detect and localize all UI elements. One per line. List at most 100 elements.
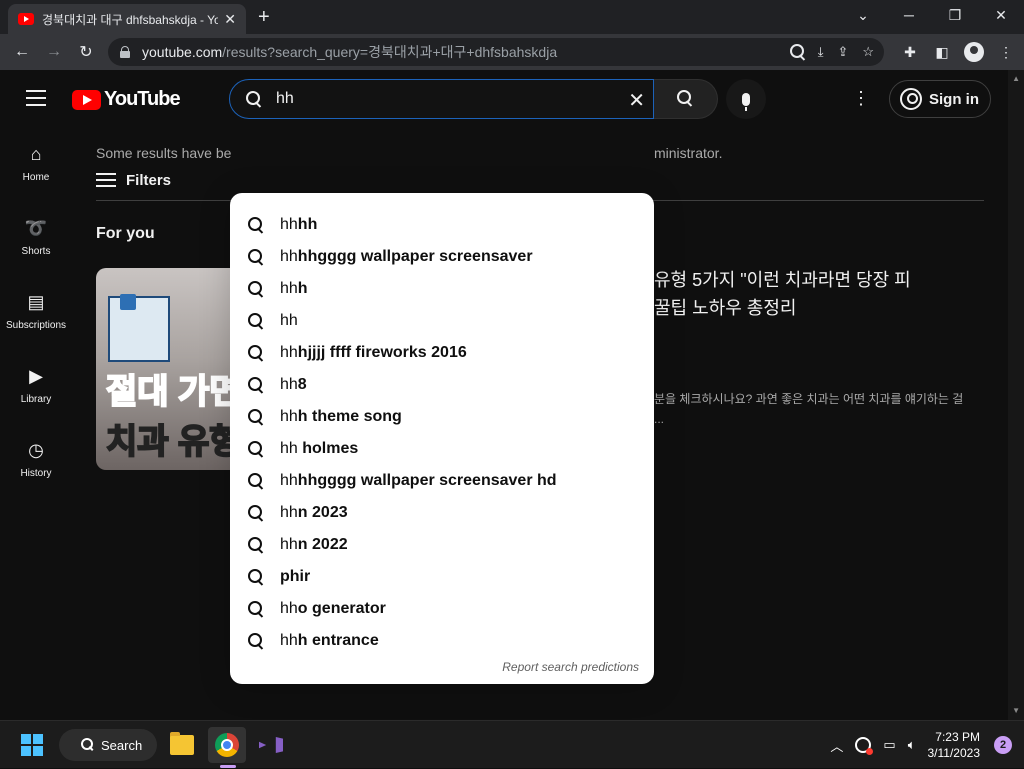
display-icon[interactable]: ▭ (883, 737, 895, 753)
suggestion-item[interactable]: hh holmes (230, 433, 654, 465)
settings-more-icon[interactable]: ⋮ (852, 88, 870, 109)
extension-area: ✚ ◧ ⋮ (900, 38, 1016, 66)
taskbar-search-button[interactable]: Search (59, 729, 157, 761)
close-window-icon[interactable]: ✕ (978, 0, 1024, 30)
visual-studio-icon[interactable] (252, 727, 290, 763)
report-search-predictions-link[interactable]: Report search predictions (502, 660, 639, 674)
address-bar[interactable]: youtube.com/results?search_query=경북대치과+대… (108, 38, 884, 66)
install-icon[interactable]: ⤓ (818, 44, 824, 60)
video-description-line-1: 분을 체크하시나요? 과연 좋은 치과는 어떤 치과를 얘기하는 걸 (654, 392, 964, 406)
voice-search-button[interactable] (726, 79, 766, 119)
suggestion-search-icon (248, 537, 264, 553)
forward-arrow-icon[interactable]: → (38, 36, 70, 68)
suggestion-item[interactable]: hhhjjjj ffff fireworks 2016 (230, 337, 654, 369)
volume-icon[interactable]: 🔈︎ (908, 737, 916, 753)
tab-close-icon[interactable]: ✕ (224, 11, 236, 28)
scroll-up-arrow-icon[interactable]: ▲ (1012, 74, 1020, 83)
clear-search-icon[interactable]: ✕ (628, 88, 645, 113)
guide-item-shorts[interactable]: ➰ Shorts (0, 200, 72, 274)
youtube-logo[interactable]: YouTube (72, 88, 181, 111)
guide-item-subscriptions[interactable]: ▤ Subscriptions (0, 274, 72, 348)
suggestion-item[interactable]: hhn 2023 (230, 497, 654, 529)
lock-icon[interactable] (120, 46, 130, 58)
suggestion-item[interactable]: hhhhgggg wallpaper screensaver hd (230, 465, 654, 497)
account-circle-icon (900, 88, 922, 110)
browser-tab[interactable]: 경북대치과 대구 dhfsbahskdja - YouTube ✕ (8, 4, 246, 34)
suggestion-text: hho generator (280, 600, 386, 618)
profile-avatar-icon[interactable] (964, 42, 984, 62)
guide-sidebar: ⌂ Home ➰ Shorts ▤ Subscriptions ▶ Librar… (0, 126, 72, 496)
suggestion-search-icon (248, 633, 264, 649)
page-scrollbar[interactable] (1008, 70, 1024, 720)
suggestion-search-icon (248, 569, 264, 585)
suggestion-text: hhh (280, 280, 308, 298)
video-title[interactable]: 유형 5가지 "이런 치과라면 당장 피 꿀팁 노하우 총정리 (654, 266, 911, 322)
suggestion-typed-prefix: hh (280, 280, 298, 297)
filters-label: Filters (126, 171, 172, 189)
search-input[interactable] (276, 90, 576, 108)
video-description: 분을 체크하시나요? 과연 좋은 치과는 어떤 치과를 얘기하는 걸 ... (654, 389, 963, 429)
taskbar-clock[interactable]: 7:23 PM 3/11/2023 (928, 729, 981, 761)
suggestion-search-icon (248, 505, 264, 521)
guide-item-history[interactable]: ◷ History (0, 422, 72, 496)
search-box[interactable]: ✕ (229, 79, 654, 119)
windows-start-icon[interactable] (21, 734, 43, 756)
notification-badge[interactable]: 2 (994, 736, 1012, 754)
bookmark-star-icon[interactable]: ☆ (862, 44, 874, 60)
suggestion-typed-prefix: hh (280, 408, 298, 425)
suggestion-item[interactable]: hh8 (230, 369, 654, 401)
guide-item-home[interactable]: ⌂ Home (0, 126, 72, 200)
suggestion-item[interactable]: phir (230, 561, 654, 593)
suggestion-text: hh8 (280, 376, 307, 394)
sign-in-button[interactable]: Sign in (889, 80, 991, 118)
youtube-page: YouTube ✕ ⋮ Sign in ⌂ Home ➰ Shorts ▤ (0, 70, 1008, 720)
chrome-taskbar-icon[interactable] (208, 727, 246, 763)
suggestion-text: hhh theme song (280, 408, 402, 426)
subscriptions-icon: ▤ (27, 292, 45, 312)
scroll-down-arrow-icon[interactable]: ▼ (1012, 706, 1020, 715)
recording-status-icon[interactable] (855, 737, 874, 755)
guide-item-library[interactable]: ▶ Library (0, 348, 72, 422)
taskbar-search-icon (81, 738, 95, 752)
filters-button[interactable]: Filters (96, 171, 171, 189)
youtube-wordmark: YouTube (104, 88, 181, 110)
filters-sliders-icon (96, 171, 116, 189)
medical-cross-icon (120, 294, 136, 310)
file-explorer-icon[interactable] (163, 727, 201, 763)
back-arrow-icon[interactable]: ← (6, 36, 38, 68)
suggestion-item[interactable]: hhh theme song (230, 401, 654, 433)
restore-icon[interactable]: ❐ (932, 0, 978, 30)
sign-in-label: Sign in (929, 90, 979, 108)
taskbar-search-label: Search (101, 737, 143, 753)
suggestion-typed-prefix: hh (280, 536, 298, 553)
suggestion-completion: h (297, 280, 308, 297)
shorts-icon: ➰ (24, 218, 48, 238)
suggestion-item[interactable]: hhh (230, 273, 654, 305)
side-panel-icon[interactable]: ◧ (932, 42, 952, 62)
suggestion-text: hhn 2022 (280, 536, 348, 554)
search-icon (246, 91, 262, 107)
suggestion-item[interactable]: hh (230, 305, 654, 337)
suggestion-item[interactable]: hhh entrance (230, 625, 654, 657)
suggestion-typed-prefix: hh (280, 248, 298, 265)
reload-icon[interactable]: ↻ (70, 36, 102, 68)
browser-tab-strip: 경북대치과 대구 dhfsbahskdja - YouTube ✕ + ⌄ ─ … (0, 0, 1024, 34)
suggestion-item[interactable]: hho generator (230, 593, 654, 625)
zoom-search-icon[interactable] (789, 44, 804, 58)
search-button[interactable] (654, 79, 718, 119)
suggestion-item[interactable]: hhhh (230, 209, 654, 241)
suggestion-typed-prefix: hh (280, 216, 298, 233)
menu-hamburger-icon[interactable] (26, 90, 46, 106)
tab-search-icon[interactable]: ⌄ (840, 0, 886, 30)
minimize-icon[interactable]: ─ (886, 0, 932, 30)
show-hidden-icons-chevron-icon[interactable]: ︿ (830, 736, 843, 755)
new-tab-icon[interactable]: + (258, 6, 270, 29)
share-icon[interactable]: ⇪ (837, 44, 848, 60)
suggestion-completion: n 2022 (297, 536, 348, 553)
masthead: YouTube ✕ ⋮ Sign in (0, 70, 1008, 126)
suggestion-search-icon (248, 345, 264, 361)
browser-menu-icon[interactable]: ⋮ (996, 42, 1016, 62)
extensions-puzzle-icon[interactable]: ✚ (900, 42, 920, 62)
suggestion-item[interactable]: hhn 2022 (230, 529, 654, 561)
suggestion-item[interactable]: hhhhgggg wallpaper screensaver (230, 241, 654, 273)
